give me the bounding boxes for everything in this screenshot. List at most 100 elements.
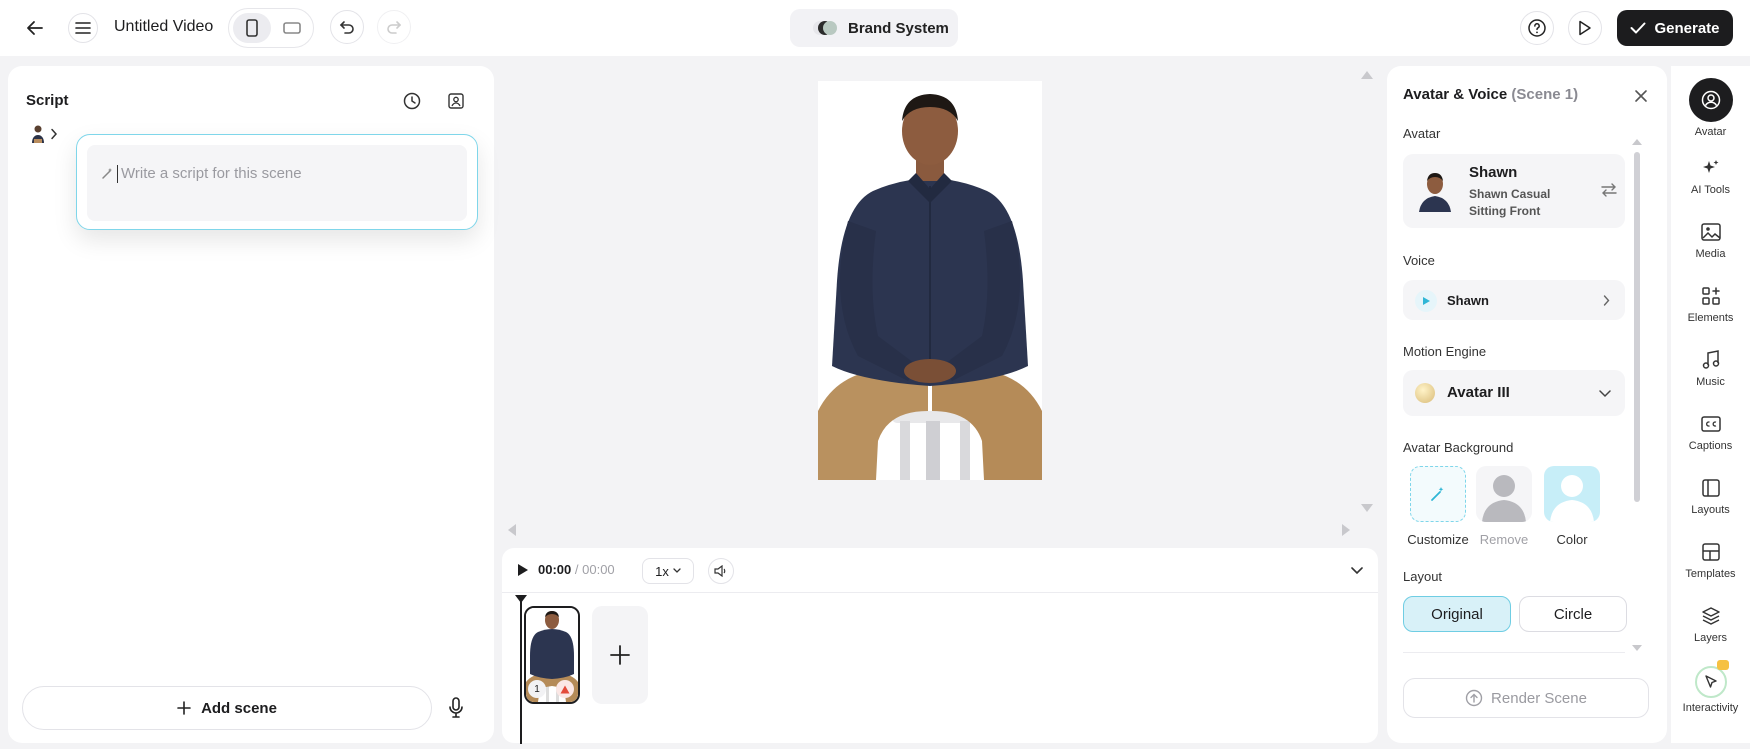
total-time: 00:00 [582,562,615,577]
help-icon[interactable] [1520,11,1554,45]
layout-section-label: Layout [1403,569,1443,584]
canvas-scroll-left-icon[interactable] [507,523,517,537]
script-image-icon[interactable] [444,89,468,113]
remove-background-option[interactable] [1476,466,1532,522]
brand-system-button[interactable]: Brand System [790,9,958,47]
preview-play-icon[interactable] [1568,11,1602,45]
menu-icon[interactable] [68,13,98,43]
rail-item-layouts[interactable]: Layouts [1671,476,1750,516]
timeline-panel: 00:00 / 00:00 1x 1 [502,548,1378,744]
magic-wand-icon [102,168,112,179]
play-icon[interactable] [514,560,532,580]
chevron-right-icon [1599,293,1613,307]
speed-value: 1x [655,563,669,579]
rail-item-music[interactable]: Music [1671,348,1750,388]
script-input[interactable]: Write a script for this scene [87,145,467,221]
history-clock-icon[interactable] [400,89,424,113]
script-editor[interactable]: Write a script for this scene [76,134,478,230]
add-scene-label: Add scene [201,699,277,717]
canvas-scroll-right-icon[interactable] [1341,523,1351,537]
rail-label-captions: Captions [1688,440,1733,452]
rail-item-layers[interactable]: Layers [1671,604,1750,644]
magic-wand-icon [1431,487,1444,501]
avatar-card[interactable]: Shawn Shawn Casual Sitting Front [1403,154,1625,228]
canvas-scroll-up-icon[interactable] [1360,70,1374,80]
scene-number-badge: 1 [528,680,546,698]
rail-item-avatar[interactable]: Avatar [1671,78,1750,138]
avatar-voice-panel: Avatar & Voice (Scene 1) Avatar Shawn Sh… [1387,66,1667,743]
playhead-handle-icon[interactable] [514,594,528,604]
layers-stack-icon [1697,604,1725,628]
rail-item-elements[interactable]: Elements [1671,284,1750,324]
avatar-background-label: Avatar Background [1403,440,1514,455]
layout-circle-button[interactable]: Circle [1519,596,1627,632]
scroll-down-arrow-icon[interactable] [1631,644,1643,652]
volume-icon[interactable] [708,558,734,584]
templates-grid-icon [1697,540,1725,564]
timeline-divider [502,592,1378,593]
current-time: 00:00 [538,562,572,577]
voice-name: Shawn [1447,293,1489,308]
captions-cc-icon [1697,412,1725,436]
interactivity-cursor-icon [1694,660,1729,698]
avatar-name: Shawn [1469,164,1518,181]
rail-item-captions[interactable]: Captions [1671,412,1750,452]
color-label: Color [1556,532,1588,547]
chevron-down-icon [1597,386,1613,402]
rail-item-ai-tools[interactable]: AI Tools [1671,156,1750,196]
rail-item-media[interactable]: Media [1671,220,1750,260]
layout-original-button[interactable]: Original [1403,596,1511,632]
scene-avatar-toggle[interactable] [24,122,64,146]
portrait-icon[interactable] [233,13,271,43]
panel-scrollbar[interactable] [1631,138,1643,510]
person-silhouette-icon [1482,475,1526,522]
motion-engine-icon [1415,383,1435,403]
add-scene-thumbnail[interactable] [592,606,648,704]
generate-button[interactable]: Generate [1617,10,1733,46]
close-icon[interactable] [1631,86,1651,106]
rail-label-media: Media [1695,248,1726,260]
sparkle-icon [1697,156,1725,180]
chevron-right-icon [51,128,58,140]
back-arrow-icon[interactable] [20,14,50,42]
landscape-icon[interactable] [273,13,311,43]
remove-label: Remove [1479,532,1529,547]
plus-icon [610,645,630,665]
voice-play-icon[interactable] [1415,290,1437,312]
undo-icon[interactable] [330,10,364,44]
playback-speed-select[interactable]: 1x [642,558,694,584]
avatar-icon [1688,78,1733,122]
panel-title-text: Avatar & Voice [1403,86,1508,103]
voice-selector[interactable]: Shawn [1403,280,1625,320]
scroll-up-arrow-icon[interactable] [1631,138,1643,146]
color-background-option[interactable] [1544,466,1600,522]
video-title[interactable]: Untitled Video [114,18,213,36]
chevron-down-icon [673,568,681,573]
swap-avatar-icon[interactable] [1599,180,1619,200]
rail-item-interactivity[interactable]: Interactivity [1671,660,1750,714]
rail-label-layouts: Layouts [1691,504,1730,516]
collapse-timeline-chevron-icon[interactable] [1348,562,1366,580]
redo-icon[interactable] [377,10,411,44]
section-divider [1403,652,1625,653]
microphone-icon[interactable] [444,694,468,722]
playhead[interactable] [520,596,522,744]
video-preview-canvas[interactable] [818,81,1042,480]
canvas-scroll-down-icon[interactable] [1360,503,1374,513]
script-panel: Script Write a script for this scene Add… [8,66,494,743]
add-scene-button[interactable]: Add scene [22,686,432,730]
rail-item-templates[interactable]: Templates [1671,540,1750,580]
panel-scene-label: (Scene 1) [1511,86,1579,103]
elements-shapes-icon [1697,284,1725,308]
render-scene-button[interactable]: Render Scene [1403,678,1649,718]
avatar-section-label: Avatar [1403,126,1441,141]
customize-background-option[interactable] [1410,466,1466,522]
tool-rail: Avatar AI Tools Media Elements Music Cap… [1671,66,1750,743]
panel-title: Avatar & Voice (Scene 1) [1403,86,1578,103]
rail-label-interactivity: Interactivity [1682,702,1739,714]
motion-engine-select[interactable]: Avatar III [1403,370,1625,416]
scroll-thumb[interactable] [1634,152,1640,502]
plus-icon [177,701,191,715]
avatar-look-line1: Shawn Casual [1469,187,1551,201]
scene-thumbnail[interactable]: 1 [524,606,580,704]
